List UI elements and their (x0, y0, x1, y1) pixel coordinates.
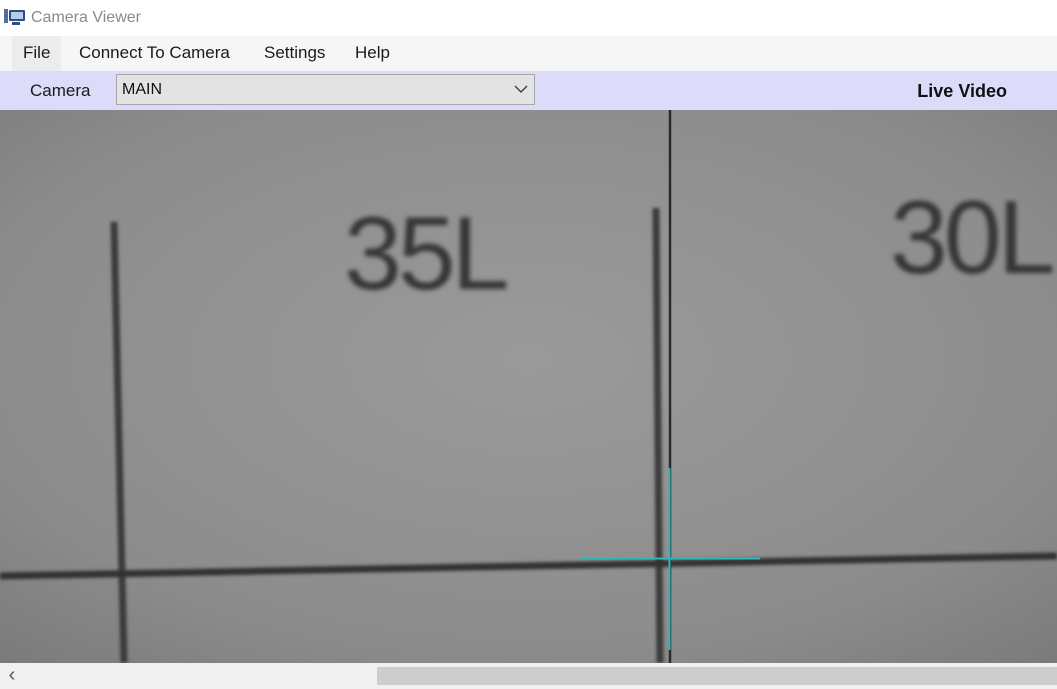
target-label-35l: 35L (344, 196, 510, 312)
camera-toolbar: Camera MAIN Live Video (0, 71, 1057, 110)
menu-help[interactable]: Help (355, 36, 390, 71)
chevron-down-icon (514, 85, 528, 94)
scroll-left-arrow[interactable]: ‹ (0, 663, 24, 689)
camera-viewer-app-icon (4, 9, 25, 25)
live-video-status: Live Video (917, 81, 1007, 101)
menu-bar: File Connect To Camera Settings Help (0, 36, 1057, 71)
window-title: Camera Viewer (31, 9, 141, 26)
camera-select-value: MAIN (122, 81, 162, 98)
menu-connect-to-camera[interactable]: Connect To Camera (79, 36, 230, 71)
camera-label: Camera (30, 81, 91, 100)
live-video-feed[interactable]: 35L 30L (0, 110, 1057, 663)
horizontal-scrollbar[interactable]: ‹ (0, 663, 1057, 689)
menu-settings[interactable]: Settings (264, 36, 325, 71)
target-label-30l: 30L (890, 180, 1056, 296)
scrollbar-thumb[interactable] (377, 667, 1057, 685)
camera-select[interactable]: MAIN (116, 74, 535, 105)
vertical-line-middle (652, 207, 664, 663)
title-bar: Camera Viewer (0, 0, 1057, 36)
camera-viewer-window: Camera Viewer File Connect To Camera Set… (0, 0, 1057, 689)
menu-file[interactable]: File (12, 36, 62, 71)
